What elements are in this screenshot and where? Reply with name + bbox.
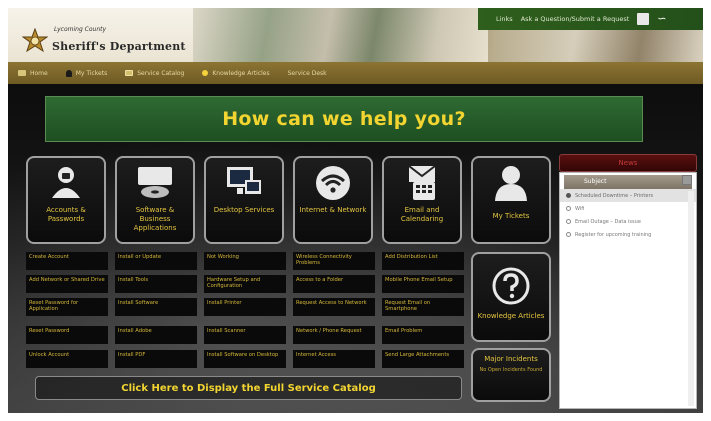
full-catalog-button[interactable]: Click Here to Display the Full Service C… bbox=[35, 376, 462, 400]
tile-label: My Tickets bbox=[492, 212, 530, 220]
service-link[interactable]: Install Adobe bbox=[115, 326, 197, 344]
news-item[interactable]: Scheduled Downtime – Printers bbox=[560, 189, 696, 202]
radio-icon[interactable] bbox=[566, 232, 571, 237]
news-item-text: Wifi bbox=[575, 205, 585, 212]
wifi-icon bbox=[316, 166, 350, 200]
service-link[interactable]: Create Account bbox=[26, 252, 108, 270]
tile-label: Software & Business Applications bbox=[133, 206, 177, 232]
header-photo-collage bbox=[193, 8, 493, 68]
tile-label: Knowledge Articles bbox=[477, 312, 545, 320]
news-scrollbar[interactable] bbox=[688, 191, 694, 406]
service-link[interactable]: Add Distribution List bbox=[382, 252, 464, 270]
service-link[interactable]: Add Network or Shared Drive bbox=[26, 275, 108, 293]
radio-icon[interactable] bbox=[566, 219, 571, 224]
person-icon bbox=[65, 69, 72, 77]
service-link[interactable]: Install Scanner bbox=[204, 326, 286, 344]
radio-icon[interactable] bbox=[566, 193, 571, 198]
service-link[interactable]: Send Large Attachments bbox=[382, 350, 464, 368]
question-mark-icon bbox=[492, 267, 530, 305]
nav-label: My Tickets bbox=[75, 69, 108, 77]
links-label[interactable]: Links bbox=[496, 15, 513, 23]
main-content: How can we help you? Accounts & Password… bbox=[8, 84, 703, 413]
service-link[interactable]: Network / Phone Request bbox=[293, 326, 375, 344]
news-item[interactable]: Register for upcoming training bbox=[560, 228, 696, 241]
desktop-icon bbox=[227, 167, 261, 194]
calendar-icon bbox=[125, 70, 134, 76]
service-link[interactable]: Reset Password for Application bbox=[26, 298, 108, 316]
monitor-disc-icon bbox=[138, 167, 172, 198]
radio-icon[interactable] bbox=[566, 206, 571, 211]
phone-mail-icon bbox=[408, 165, 436, 200]
news-panel: Subject Scheduled Downtime – Printers Wi… bbox=[559, 172, 697, 409]
person-lock-icon bbox=[52, 167, 80, 198]
nav-label: Home bbox=[30, 69, 48, 77]
nav-label: Service Catalog bbox=[137, 69, 185, 77]
tile-accounts-passwords[interactable]: Accounts & Passwords bbox=[26, 156, 106, 244]
news-header: News bbox=[559, 154, 697, 172]
tile-my-tickets[interactable]: My Tickets bbox=[471, 156, 551, 244]
tile-internet-network[interactable]: Internet & Network bbox=[293, 156, 373, 244]
nav-label: Service Desk bbox=[287, 69, 327, 77]
nav-item-service-catalog[interactable]: Service Catalog bbox=[125, 70, 184, 77]
service-link[interactable]: Install Software bbox=[115, 298, 197, 316]
nav-item-service-desk[interactable]: Service Desk bbox=[288, 70, 327, 77]
news-item[interactable]: Email Outage – Data issue bbox=[560, 215, 696, 228]
department-title: Sheriff's Department bbox=[52, 40, 186, 53]
tile-major-incidents[interactable]: Major Incidents No Open Incidents Found bbox=[471, 348, 551, 402]
service-link[interactable]: Email Problem bbox=[382, 326, 464, 344]
tile-knowledge-articles[interactable]: Knowledge Articles bbox=[471, 252, 551, 342]
home-icon bbox=[18, 70, 26, 76]
banner-title: How can we help you? bbox=[222, 108, 466, 130]
service-link[interactable]: Mobile Phone Email Setup bbox=[382, 275, 464, 293]
nav-item-knowledge[interactable]: Knowledge Articles bbox=[202, 69, 270, 77]
service-link[interactable]: Request Email on Smartphone bbox=[382, 298, 464, 316]
profile-square-icon[interactable] bbox=[637, 12, 650, 25]
tile-label: Internet & Network bbox=[299, 206, 367, 214]
nav-item-my-tickets[interactable]: My Tickets bbox=[65, 69, 108, 77]
news-subject-header[interactable]: Subject bbox=[564, 175, 692, 189]
tile-label: Email and Calendaring bbox=[400, 206, 444, 223]
service-link[interactable]: Request Access to Network bbox=[293, 298, 375, 316]
swoosh-logo-icon: ∽ bbox=[657, 12, 667, 25]
help-banner: How can we help you? bbox=[45, 96, 643, 142]
tile-software-apps[interactable]: Software & Business Applications bbox=[115, 156, 195, 244]
service-link[interactable]: Unlock Account bbox=[26, 350, 108, 368]
service-link[interactable]: Install or Update bbox=[115, 252, 197, 270]
site-header: Lycoming County Sheriff's Department Lin… bbox=[8, 8, 703, 68]
news-item[interactable]: Wifi bbox=[560, 202, 696, 215]
service-link[interactable]: Install Printer bbox=[204, 298, 286, 316]
service-link[interactable]: Hardware Setup and Configuration bbox=[204, 275, 286, 293]
news-item-text: Email Outage – Data issue bbox=[575, 218, 641, 225]
service-link[interactable]: Wireless Connectivity Problems bbox=[293, 252, 375, 270]
tile-label: Major Incidents bbox=[484, 355, 538, 363]
service-link[interactable]: Access to a Folder bbox=[293, 275, 375, 293]
service-link[interactable]: Install PDF bbox=[115, 350, 197, 368]
news-title: News bbox=[618, 159, 638, 167]
tile-email-calendaring[interactable]: Email and Calendaring bbox=[382, 156, 462, 244]
catalog-button-label: Click Here to Display the Full Service C… bbox=[121, 382, 376, 394]
sheriff-star-logo-icon bbox=[22, 28, 48, 53]
incidents-subtext: No Open Incidents Found bbox=[479, 367, 543, 373]
close-icon[interactable] bbox=[682, 175, 692, 185]
request-menu-link[interactable]: Ask a Question/Submit a Request bbox=[521, 15, 630, 23]
news-item-text: Register for upcoming training bbox=[575, 231, 652, 238]
tile-label: Desktop Services bbox=[213, 206, 275, 214]
tile-label: Accounts & Passwords bbox=[46, 206, 86, 223]
county-name: Lycoming County bbox=[54, 26, 107, 33]
main-nav: Home My Tickets Service Catalog Knowledg… bbox=[8, 62, 703, 84]
service-link[interactable]: Internet Access bbox=[293, 350, 375, 368]
nav-item-home[interactable]: Home bbox=[18, 70, 48, 77]
top-links: Links Ask a Question/Submit a Request ∽ bbox=[496, 12, 666, 25]
service-link[interactable]: Install Tools bbox=[115, 275, 197, 293]
service-link[interactable]: Reset Password bbox=[26, 326, 108, 344]
service-link[interactable]: Not Working bbox=[204, 252, 286, 270]
nav-label: Knowledge Articles bbox=[212, 69, 270, 77]
service-link[interactable]: Install Software on Desktop bbox=[204, 350, 286, 368]
user-silhouette-icon bbox=[495, 166, 527, 201]
news-item-text: Scheduled Downtime – Printers bbox=[575, 192, 654, 199]
tile-desktop-services[interactable]: Desktop Services bbox=[204, 156, 284, 244]
lightbulb-icon bbox=[202, 70, 209, 76]
